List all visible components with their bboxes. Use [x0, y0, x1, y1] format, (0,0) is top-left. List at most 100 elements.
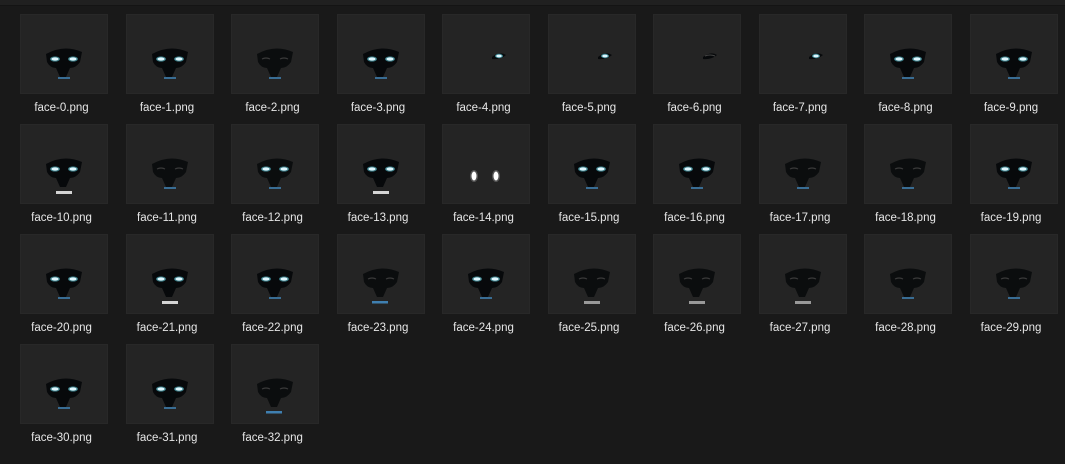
face-thumbnail-icon[interactable]	[20, 234, 108, 314]
file-name-label: face-5.png	[561, 102, 617, 114]
file-name-label: face-15.png	[558, 212, 620, 224]
file-name-label: face-31.png	[136, 432, 198, 444]
face-thumbnail-icon[interactable]	[20, 124, 108, 204]
file-name-label: face-27.png	[769, 322, 831, 334]
file-item[interactable]: face-22.png	[225, 234, 320, 334]
file-item[interactable]: face-23.png	[331, 234, 426, 334]
file-item[interactable]: face-26.png	[647, 234, 742, 334]
file-name-label: face-25.png	[558, 322, 620, 334]
face-thumbnail-icon[interactable]	[125, 234, 214, 314]
file-item[interactable]: face-16.png	[647, 124, 742, 224]
file-name-label: face-24.png	[453, 322, 514, 334]
file-name-label: face-16.png	[664, 212, 725, 224]
face-thumbnail-icon[interactable]	[442, 14, 530, 94]
face-thumbnail-icon[interactable]	[336, 124, 425, 204]
file-name-label: face-10.png	[31, 212, 92, 224]
file-name-label: face-4.png	[456, 102, 511, 114]
face-thumbnail-icon[interactable]	[758, 234, 847, 314]
face-thumbnail-icon[interactable]	[758, 14, 847, 94]
file-item[interactable]: face-11.png	[120, 124, 215, 224]
face-thumbnail-icon[interactable]	[231, 14, 319, 94]
face-thumbnail-icon[interactable]	[864, 124, 952, 204]
face-thumbnail-icon[interactable]	[125, 344, 214, 424]
file-item[interactable]: face-29.png	[964, 234, 1059, 334]
file-name-label: face-17.png	[769, 212, 831, 224]
file-item[interactable]: face-0.png	[14, 14, 109, 114]
file-name-label: face-7.png	[772, 102, 828, 114]
file-item[interactable]: face-1.png	[120, 14, 215, 114]
file-name-label: face-22.png	[242, 322, 303, 334]
file-name-label: face-2.png	[245, 102, 300, 114]
file-name-label: face-29.png	[980, 322, 1042, 334]
face-thumbnail-icon[interactable]	[20, 344, 108, 424]
file-item[interactable]: face-2.png	[225, 14, 320, 114]
face-thumbnail-icon[interactable]	[125, 14, 214, 94]
face-thumbnail-icon[interactable]	[125, 124, 214, 204]
file-item[interactable]: face-30.png	[14, 344, 109, 444]
face-thumbnail-icon[interactable]	[20, 14, 108, 94]
file-item[interactable]: face-15.png	[542, 124, 637, 224]
file-name-label: face-11.png	[137, 212, 197, 224]
file-name-label: face-32.png	[242, 432, 303, 444]
file-item[interactable]: face-27.png	[753, 234, 848, 334]
file-name-label: face-12.png	[242, 212, 303, 224]
face-thumbnail-icon[interactable]	[758, 124, 847, 204]
file-name-label: face-18.png	[875, 212, 936, 224]
file-name-label: face-6.png	[667, 102, 722, 114]
file-name-label: face-30.png	[31, 432, 92, 444]
file-name-label: face-14.png	[453, 212, 514, 224]
face-thumbnail-icon[interactable]	[653, 234, 741, 314]
file-name-label: face-19.png	[980, 212, 1042, 224]
face-thumbnail-icon[interactable]	[231, 234, 319, 314]
file-item[interactable]: face-4.png	[436, 14, 531, 114]
face-thumbnail-icon[interactable]	[442, 234, 530, 314]
file-item[interactable]: face-18.png	[858, 124, 953, 224]
file-name-label: face-13.png	[347, 212, 409, 224]
face-thumbnail-icon[interactable]	[547, 14, 636, 94]
file-item[interactable]: face-13.png	[331, 124, 426, 224]
file-item[interactable]: face-25.png	[542, 234, 637, 334]
face-thumbnail-icon[interactable]	[336, 234, 425, 314]
face-thumbnail-icon[interactable]	[653, 124, 741, 204]
file-item[interactable]: face-28.png	[858, 234, 953, 334]
face-thumbnail-icon[interactable]	[231, 124, 319, 204]
file-item[interactable]: face-8.png	[858, 14, 953, 114]
file-item[interactable]: face-12.png	[225, 124, 320, 224]
file-name-label: face-8.png	[878, 102, 933, 114]
face-thumbnail-icon[interactable]	[442, 124, 530, 204]
file-item[interactable]: face-9.png	[964, 14, 1059, 114]
face-thumbnail-icon[interactable]	[547, 234, 636, 314]
file-item[interactable]: face-17.png	[753, 124, 848, 224]
file-name-label: face-21.png	[136, 322, 198, 334]
file-item[interactable]: face-10.png	[14, 124, 109, 224]
face-thumbnail-icon[interactable]	[969, 234, 1058, 314]
file-item[interactable]: face-3.png	[331, 14, 426, 114]
file-name-label: face-20.png	[31, 322, 92, 334]
file-grid: face-0.png face-1.png face-2.png face-3.png…	[14, 14, 1059, 444]
face-thumbnail-icon[interactable]	[864, 234, 952, 314]
file-item[interactable]: face-19.png	[964, 124, 1059, 224]
window-top-border	[0, 0, 1065, 6]
face-thumbnail-icon[interactable]	[969, 124, 1058, 204]
face-thumbnail-icon[interactable]	[653, 14, 741, 94]
file-item[interactable]: face-5.png	[542, 14, 637, 114]
face-thumbnail-icon[interactable]	[336, 14, 425, 94]
face-thumbnail-icon[interactable]	[969, 14, 1058, 94]
file-name-label: face-0.png	[34, 102, 89, 114]
file-item[interactable]: face-31.png	[120, 344, 215, 444]
face-thumbnail-icon[interactable]	[864, 14, 952, 94]
file-item[interactable]: face-24.png	[436, 234, 531, 334]
file-item[interactable]: face-14.png	[436, 124, 531, 224]
file-name-label: face-28.png	[875, 322, 936, 334]
face-thumbnail-icon[interactable]	[547, 124, 636, 204]
file-item[interactable]: face-32.png	[225, 344, 320, 444]
file-item[interactable]: face-6.png	[647, 14, 742, 114]
file-name-label: face-1.png	[139, 102, 195, 114]
file-item[interactable]: face-7.png	[753, 14, 848, 114]
file-name-label: face-3.png	[350, 102, 406, 114]
file-name-label: face-23.png	[347, 322, 409, 334]
file-item[interactable]: face-20.png	[14, 234, 109, 334]
file-item[interactable]: face-21.png	[120, 234, 215, 334]
file-name-label: face-26.png	[664, 322, 725, 334]
face-thumbnail-icon[interactable]	[231, 344, 319, 424]
